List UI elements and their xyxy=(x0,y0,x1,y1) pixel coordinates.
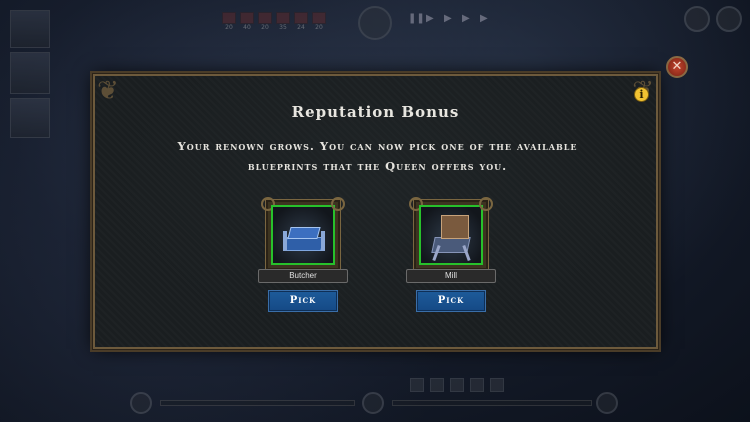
fast-forward-icon[interactable]: ▶ xyxy=(444,14,454,24)
hero-portrait[interactable] xyxy=(10,98,50,138)
game-speed-controls: ❚❚ ▶ ▶ ▶ ▶ xyxy=(408,14,490,24)
progress-track-right xyxy=(392,400,592,406)
blueprint-frame[interactable] xyxy=(261,197,345,271)
resource-count: 35 xyxy=(279,24,287,31)
dialog-title: Reputation Bonus xyxy=(291,103,460,121)
menu-icon[interactable] xyxy=(684,6,710,32)
build-toolbar xyxy=(410,378,504,392)
resource-count: 40 xyxy=(243,24,251,31)
resource-count: 20 xyxy=(261,24,269,31)
blueprint-frame[interactable] xyxy=(409,197,493,271)
resource-count: 20 xyxy=(315,24,323,31)
tool-icon[interactable] xyxy=(470,378,484,392)
resource-item: 24 xyxy=(294,12,308,34)
close-icon[interactable]: ✕ xyxy=(666,56,688,78)
resource-bar: 20 40 20 35 24 20 xyxy=(222,12,326,34)
info-icon[interactable]: i xyxy=(634,87,649,102)
pause-icon[interactable]: ❚❚ xyxy=(408,14,425,24)
tool-icon[interactable] xyxy=(430,378,444,392)
faster-forward-icon[interactable]: ▶ xyxy=(462,14,472,24)
butcher-building-icon xyxy=(271,205,335,265)
skull-icon[interactable] xyxy=(596,392,618,414)
blueprint-name: Butcher xyxy=(258,269,348,283)
resource-item: 20 xyxy=(312,12,326,34)
pick-button[interactable]: Pick xyxy=(416,290,486,312)
compass-icon[interactable] xyxy=(362,392,384,414)
resource-item: 40 xyxy=(240,12,254,34)
tool-icon[interactable] xyxy=(490,378,504,392)
blueprint-name: Mill xyxy=(406,269,496,283)
tool-icon[interactable] xyxy=(450,378,464,392)
dialog-description: Your renown grows. You can now pick one … xyxy=(177,139,578,173)
pick-button[interactable]: Pick xyxy=(268,290,338,312)
resource-item: 35 xyxy=(276,12,290,34)
bottom-status-bar xyxy=(130,392,620,414)
fastest-forward-icon[interactable]: ▶ xyxy=(480,14,490,24)
play-icon[interactable]: ▶ xyxy=(426,14,436,24)
resource-item: 20 xyxy=(222,12,236,34)
hero-portrait[interactable] xyxy=(10,10,50,48)
blueprint-option-butcher: Butcher Pick xyxy=(258,197,348,312)
mill-building-icon xyxy=(419,205,483,265)
ornament-icon: ❦ xyxy=(97,76,119,106)
blueprint-option-mill: Mill Pick xyxy=(406,197,496,312)
resource-count: 20 xyxy=(225,24,233,31)
faction-emblem-icon[interactable] xyxy=(358,6,392,40)
tool-icon[interactable] xyxy=(410,378,424,392)
alert-icon[interactable] xyxy=(130,392,152,414)
hero-portrait[interactable] xyxy=(10,52,50,94)
resource-item: 20 xyxy=(258,12,272,34)
resource-count: 24 xyxy=(297,24,305,31)
progress-track-left xyxy=(160,400,355,406)
settings-icon[interactable] xyxy=(716,6,742,32)
reputation-bonus-dialog: ❦ ❦ i Reputation Bonus Your renown grows… xyxy=(93,74,658,349)
